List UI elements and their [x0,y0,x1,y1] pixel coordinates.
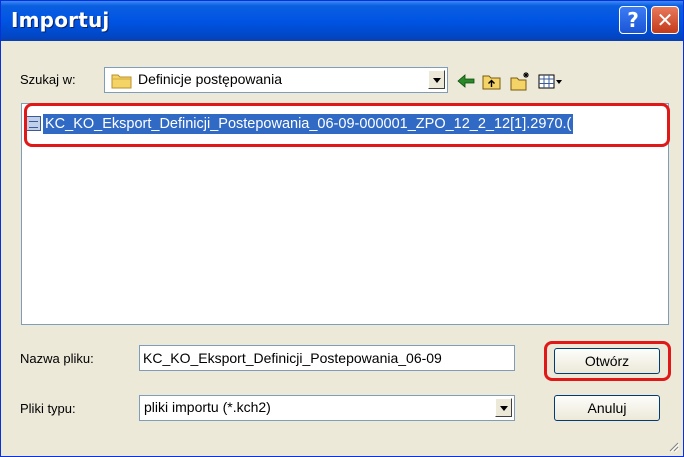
view-menu-icon[interactable] [537,71,563,91]
lookin-label: Szukaj w: [20,72,76,87]
file-item-name: KC_KO_Eksport_Definicji_Postepowania_06-… [43,114,574,134]
open-button[interactable]: Otwórz [554,348,660,374]
filename-label: Nazwa pliku: [20,351,94,366]
lookin-combo[interactable]: Definicje postępowania [104,67,448,93]
lookin-folder-name: Definicje postępowania [138,71,282,87]
filetype-dropdown-button[interactable] [495,398,512,417]
filename-input[interactable]: KC_KO_Eksport_Definicji_Postepowania_06-… [139,345,515,371]
filetype-label: Pliki typu: [20,401,76,416]
back-arrow-icon[interactable] [455,71,477,91]
up-folder-icon[interactable] [481,71,503,91]
resize-grip-icon[interactable] [667,440,679,452]
import-dialog: Importuj ? ✕ Szukaj w: Definicje postępo… [0,0,684,457]
lookin-dropdown-button[interactable] [428,70,445,89]
new-folder-icon[interactable] [509,71,531,91]
filetype-combo[interactable]: pliki importu (*.kch2) [139,395,515,421]
filetype-value: pliki importu (*.kch2) [144,399,271,415]
folder-icon [111,74,132,89]
title-bar[interactable]: Importuj ? ✕ [1,1,683,41]
cancel-button[interactable]: Anuluj [554,395,660,421]
dialog-title: Importuj [11,8,110,32]
file-icon [26,116,41,131]
help-button[interactable]: ? [619,6,647,34]
close-button[interactable]: ✕ [651,6,679,34]
file-list[interactable]: KC_KO_Eksport_Definicji_Postepowania_06-… [21,103,669,325]
